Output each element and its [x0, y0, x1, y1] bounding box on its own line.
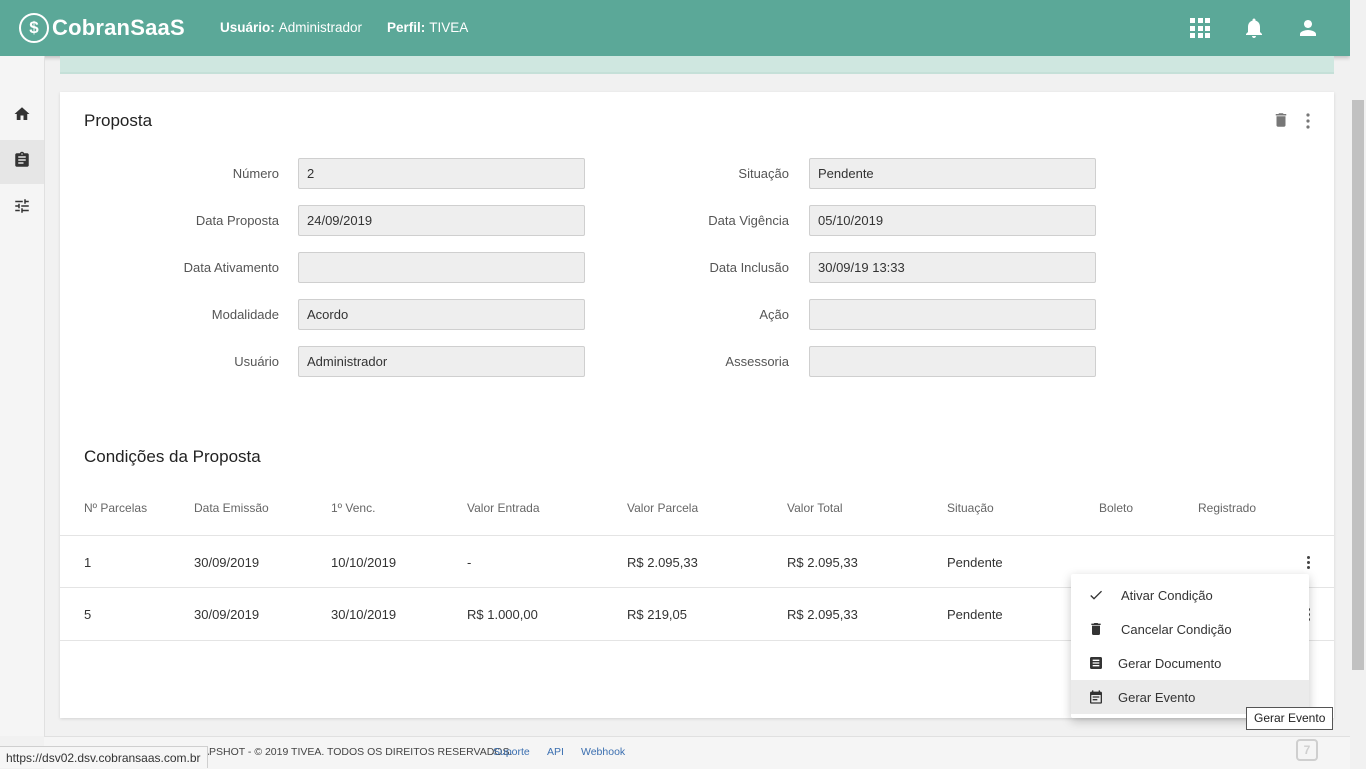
bell-icon[interactable] [1242, 16, 1266, 40]
acao-label: Ação [759, 307, 789, 322]
situacao-field[interactable] [809, 158, 1096, 189]
cell-emissao: 30/09/2019 [194, 555, 260, 570]
api-link[interactable]: API [547, 746, 564, 758]
column-header[interactable]: Valor Entrada [467, 501, 540, 515]
cell-situacao: Pendente [947, 555, 1003, 570]
row-context-menu: Ativar Condição Cancelar Condição Gerar … [1071, 574, 1309, 718]
tune-icon [13, 197, 31, 220]
logo-text: CobranSaaS [52, 15, 185, 40]
menu-item-label: Cancelar Condição [1121, 621, 1232, 637]
clipboard-icon [13, 151, 31, 174]
column-header[interactable]: Valor Parcela [627, 501, 698, 515]
assessoria-field[interactable] [809, 346, 1096, 377]
row-menu-button[interactable] [1300, 550, 1316, 574]
menu-item-cancelar-condicao[interactable]: Cancelar Condição [1071, 612, 1309, 646]
data-ativamento-field[interactable] [298, 252, 585, 283]
status-bar-url: https://dsv02.dsv.cobransaas.com.br [0, 746, 208, 768]
sidebar-item-proposals[interactable] [0, 140, 44, 184]
column-header[interactable]: Registrado [1198, 501, 1256, 515]
cell-total: R$ 2.095,33 [787, 607, 858, 622]
support-link[interactable]: Suporte [493, 746, 530, 758]
alert-banner [60, 56, 1334, 74]
column-header[interactable]: Valor Total [787, 501, 843, 515]
column-header[interactable]: 1º Venc. [331, 501, 375, 515]
menu-item-label: Gerar Documento [1118, 655, 1222, 671]
data-proposta-label: Data Proposta [195, 213, 279, 228]
apps-icon[interactable] [1188, 16, 1212, 40]
column-header[interactable]: Nº Parcelas [84, 501, 147, 515]
account-icon[interactable] [1296, 16, 1320, 40]
cell-venc: 10/10/2019 [331, 555, 397, 570]
data-ativamento-label: Data Ativamento [183, 260, 279, 275]
menu-item-ativar-condicao[interactable]: Ativar Condição [1071, 578, 1309, 612]
copyright-text: APSHOT - © 2019 TIVEA. TODOS OS DIREITOS… [202, 746, 513, 758]
page-scrollbar[interactable] [1350, 0, 1366, 768]
cell-parcela: R$ 219,05 [627, 607, 687, 622]
user-label: Usuário: [220, 20, 275, 35]
cell-total: R$ 2.095,33 [787, 555, 858, 570]
delete-button[interactable] [1272, 110, 1290, 135]
numero-field[interactable] [298, 158, 585, 189]
conditions-title: Condições da Proposta [84, 447, 261, 466]
usuario-label: Usuário [234, 354, 279, 369]
logo-icon: $ [19, 13, 49, 43]
profile-value: TIVEA [429, 20, 469, 35]
data-inclusao-field[interactable] [809, 252, 1096, 283]
cell-situacao: Pendente [947, 607, 1003, 622]
menu-item-gerar-documento[interactable]: Gerar Documento [1071, 646, 1309, 680]
cell-entrada: - [467, 555, 472, 570]
menu-item-label: Gerar Evento [1118, 689, 1196, 705]
document-icon [1087, 654, 1105, 672]
data-inclusao-label: Data Inclusão [709, 260, 790, 275]
numero-label: Número [232, 166, 279, 181]
cell-parcela: R$ 2.095,33 [627, 555, 698, 570]
cell-emissao: 30/09/2019 [194, 607, 260, 622]
top-app-bar: $ CobranSaaS Usuário: Administrador Perfi… [0, 0, 1350, 56]
usuario-field[interactable] [298, 346, 585, 377]
page-title: Proposta [84, 111, 153, 130]
situacao-label: Situação [738, 166, 789, 181]
trash-icon [1272, 113, 1290, 134]
sidebar [0, 56, 45, 736]
current-user: Usuário: Administrador [220, 20, 362, 35]
assessoria-label: Assessoria [725, 354, 789, 369]
more-options-button[interactable] [1300, 112, 1316, 135]
modalidade-label: Modalidade [211, 307, 279, 322]
current-profile: Perfil: TIVEA [387, 20, 468, 35]
app-logo[interactable]: $ CobranSaaS [19, 11, 185, 45]
column-header[interactable]: Situação [947, 501, 994, 515]
column-header[interactable]: Boleto [1099, 501, 1133, 515]
column-header[interactable]: Data Emissão [194, 501, 269, 515]
tooltip: Gerar Evento [1246, 707, 1334, 730]
cell-parcelas: 1 [84, 555, 92, 570]
modalidade-field[interactable] [298, 299, 585, 330]
data-vigencia-label: Data Vigência [708, 213, 789, 228]
menu-item-label: Ativar Condição [1121, 587, 1213, 603]
sidebar-item-settings[interactable] [0, 186, 44, 230]
footer: APSHOT - © 2019 TIVEA. TODOS OS DIREITOS… [44, 736, 1350, 769]
sidebar-item-home[interactable] [0, 94, 44, 138]
acao-field[interactable] [809, 299, 1096, 330]
user-value: Administrador [278, 20, 363, 35]
cell-entrada: R$ 1.000,00 [467, 607, 538, 622]
corner-logo-icon: 7 [1296, 739, 1318, 761]
cell-venc: 30/10/2019 [331, 607, 397, 622]
more-vert-icon [1300, 113, 1316, 134]
profile-label: Perfil: [387, 20, 426, 35]
trash-icon [1087, 620, 1105, 638]
data-vigencia-field[interactable] [809, 205, 1096, 236]
webhook-link[interactable]: Webhook [581, 746, 625, 758]
scrollbar-thumb[interactable] [1352, 100, 1364, 670]
check-icon [1087, 586, 1105, 604]
home-icon [13, 105, 31, 128]
cell-parcelas: 5 [84, 607, 92, 622]
data-proposta-field[interactable] [298, 205, 585, 236]
event-icon [1087, 688, 1105, 706]
